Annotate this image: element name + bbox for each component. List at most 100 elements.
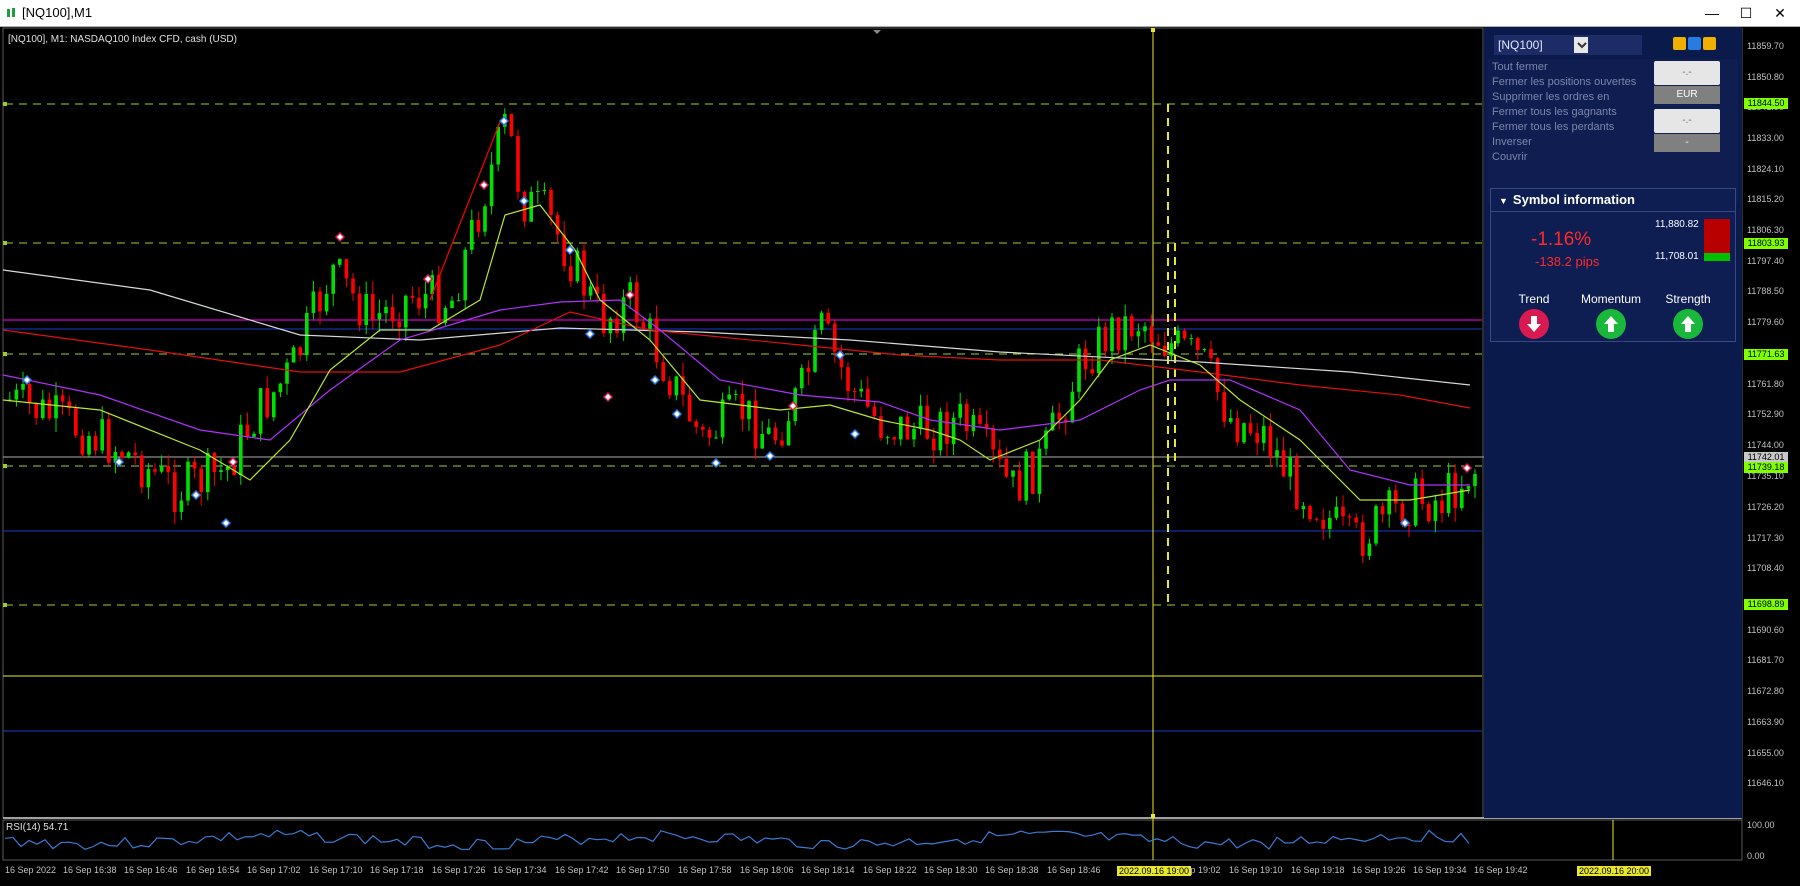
candle-body — [390, 306, 395, 322]
candle-body — [813, 329, 817, 372]
ma-red-line — [2, 311, 1471, 409]
expand-icon[interactable] — [1703, 37, 1716, 50]
candle-body — [516, 136, 520, 192]
price-axis-label: 11779.60 — [1747, 317, 1784, 327]
symbol-info-title: Symbol information — [1512, 192, 1635, 207]
candle-body — [582, 250, 586, 296]
candle-body — [1149, 326, 1154, 343]
price-axis-label: 11708.40 — [1747, 563, 1784, 573]
candle-body — [661, 362, 665, 381]
range-low: 11,708.01 — [1655, 251, 1699, 262]
candle-body — [1031, 451, 1035, 494]
candle-body — [932, 438, 936, 451]
close-open-positions-item[interactable]: Fermer les positions ouvertes — [1492, 76, 1636, 88]
candle-body — [1394, 490, 1398, 504]
candle-body — [450, 300, 454, 309]
candle-body — [159, 465, 164, 472]
collapse-triangle-icon[interactable]: ▼ — [1499, 190, 1508, 212]
candle-body — [93, 435, 98, 451]
candle-body — [1248, 423, 1253, 434]
candle-body — [470, 219, 474, 250]
sell-button[interactable]: -.- — [1654, 109, 1720, 133]
candle-body — [767, 427, 771, 434]
candle-body — [1295, 457, 1299, 510]
shift-marker — [873, 30, 881, 34]
delete-orders-item[interactable]: Supprimer les ordres en — [1492, 91, 1609, 103]
candle-body — [1275, 450, 1279, 457]
price-axis-label: 11690.60 — [1747, 625, 1784, 635]
candle-body — [1004, 459, 1009, 477]
hedge-item[interactable]: Couvrir — [1492, 151, 1527, 163]
candle-body — [1341, 506, 1345, 517]
price-level-tag: 11771.63 — [1744, 349, 1788, 360]
time-axis-label: 16 Sep 19:26 — [1352, 865, 1406, 875]
close-all-item[interactable]: Tout fermer — [1492, 61, 1548, 73]
currency-button[interactable]: EUR — [1654, 86, 1720, 104]
candle-body — [978, 415, 982, 424]
candle-body — [338, 259, 342, 265]
candle-body — [1387, 490, 1391, 515]
close-winners-item[interactable]: Fermer tous les gagnants — [1492, 106, 1617, 118]
dash-button[interactable]: - — [1654, 134, 1720, 152]
candle-body — [252, 433, 256, 437]
buy-button[interactable]: -.- — [1654, 61, 1720, 85]
signal-diamond — [220, 517, 232, 529]
candle-body — [1123, 316, 1127, 351]
candle-body — [476, 219, 481, 232]
reverse-item[interactable]: Inverser — [1492, 136, 1532, 148]
fib-anchor-handle — [3, 464, 7, 468]
strength-up-arrow-icon — [1673, 309, 1703, 339]
copy-icon[interactable] — [1673, 37, 1686, 50]
time-axis-label: 16 Sep 16:38 — [63, 865, 117, 875]
candle-body — [734, 393, 738, 395]
candle-body — [998, 449, 1002, 460]
time-axis-label: 16 Sep 19:18 — [1291, 865, 1345, 875]
candle-body — [958, 403, 962, 418]
candle-body — [885, 437, 890, 439]
candle-body — [41, 399, 45, 419]
candle-body — [819, 312, 824, 330]
ma-white-line — [2, 269, 1471, 386]
candle-body — [1255, 433, 1259, 443]
candle-body — [522, 191, 527, 222]
candle-body — [509, 113, 514, 137]
candle-body — [278, 383, 283, 393]
time-axis-label: 16 Sep 18:38 — [985, 865, 1039, 875]
candle-body — [1367, 543, 1372, 556]
candle-body — [938, 411, 943, 451]
candle-body — [397, 321, 401, 328]
candle-body — [1202, 349, 1207, 351]
signal-diamond — [190, 489, 202, 501]
candle-body — [1361, 522, 1365, 556]
gear-icon[interactable] — [1688, 37, 1701, 50]
symbol-info-header[interactable]: ▼ Symbol information — [1491, 189, 1735, 212]
candle-body — [1374, 506, 1378, 544]
signal-diamond — [584, 328, 596, 340]
candle-body — [1288, 457, 1292, 477]
rsi-axis-bottom: 0.00 — [1747, 851, 1765, 861]
candle-body — [1466, 486, 1471, 489]
lot-input[interactable] — [1588, 35, 1642, 55]
candle-body — [588, 286, 593, 296]
candle-body — [410, 295, 415, 298]
signal-diamond — [478, 179, 490, 191]
candle-body — [463, 249, 467, 301]
candle-body — [1440, 500, 1444, 513]
signal-diamond — [710, 457, 722, 469]
candle-body — [331, 264, 335, 294]
rsi-axis-top: 100.00 — [1747, 820, 1775, 830]
candle-body — [311, 291, 316, 313]
candle-body — [1427, 503, 1431, 522]
close-losers-item[interactable]: Fermer tous les perdants — [1492, 121, 1614, 133]
candle-body — [258, 388, 263, 434]
candle-body — [720, 399, 725, 438]
candle-body — [846, 367, 850, 391]
price-axis-label: 11672.80 — [1747, 686, 1784, 696]
price-axis-label: 11833.00 — [1747, 133, 1784, 143]
candle-body — [206, 452, 210, 493]
candle-body — [1156, 342, 1160, 346]
chart-border — [2, 27, 1484, 819]
candle-body — [1420, 478, 1424, 504]
price-axis-label: 11824.10 — [1747, 164, 1784, 174]
candle-body — [740, 393, 745, 420]
